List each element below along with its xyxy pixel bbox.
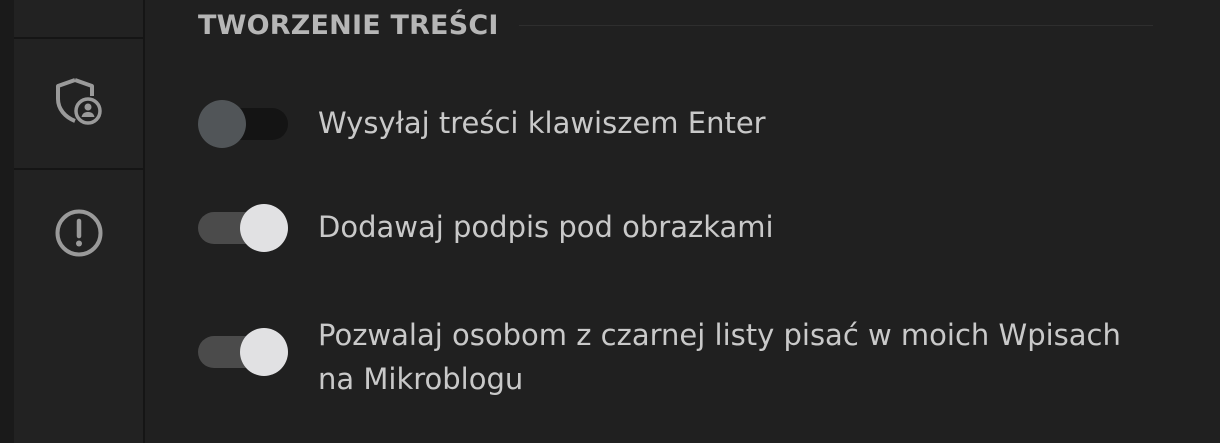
toggle-knob: [240, 204, 288, 252]
send-with-enter-label: Wysyłaj treści klawiszem Enter: [318, 106, 766, 140]
blacklist-posting-label: Pozwalaj osobom z czarnej listy pisać w …: [318, 311, 1121, 401]
image-captions-toggle[interactable]: [198, 203, 288, 252]
sidebar-item-privacy[interactable]: [14, 39, 143, 168]
settings-content: TWORZENIE TREŚCI Wysyłaj treści klawisze…: [145, 0, 1220, 443]
toggle-knob: [240, 328, 288, 376]
blacklist-posting-label-line2: na Mikroblogu: [318, 362, 524, 396]
settings-page: TWORZENIE TREŚCI Wysyłaj treści klawisze…: [0, 0, 1220, 443]
alert-circle-icon: [54, 208, 104, 262]
toggle-knob: [198, 100, 246, 148]
image-captions-label: Dodawaj podpis pod obrazkami: [318, 210, 774, 244]
send-with-enter-toggle[interactable]: [198, 99, 288, 148]
section-divider: [518, 25, 1153, 26]
blacklist-posting-label-line1: Pozwalaj osobom z czarnej listy pisać w …: [318, 318, 1121, 352]
setting-send-with-enter: Wysyłaj treści klawiszem Enter: [198, 99, 766, 148]
shield-user-icon: [53, 76, 105, 132]
setting-image-captions: Dodawaj podpis pod obrazkami: [198, 203, 774, 252]
section-header: TWORZENIE TREŚCI: [198, 10, 1153, 41]
left-edge-panel: [0, 0, 14, 443]
setting-blacklist-posting: Pozwalaj osobom z czarnej listy pisać w …: [198, 318, 1121, 401]
blacklist-posting-toggle[interactable]: [198, 327, 288, 376]
section-title: TWORZENIE TREŚCI: [198, 10, 499, 41]
settings-sidebar: [14, 0, 145, 443]
sidebar-item-report[interactable]: [14, 170, 143, 300]
